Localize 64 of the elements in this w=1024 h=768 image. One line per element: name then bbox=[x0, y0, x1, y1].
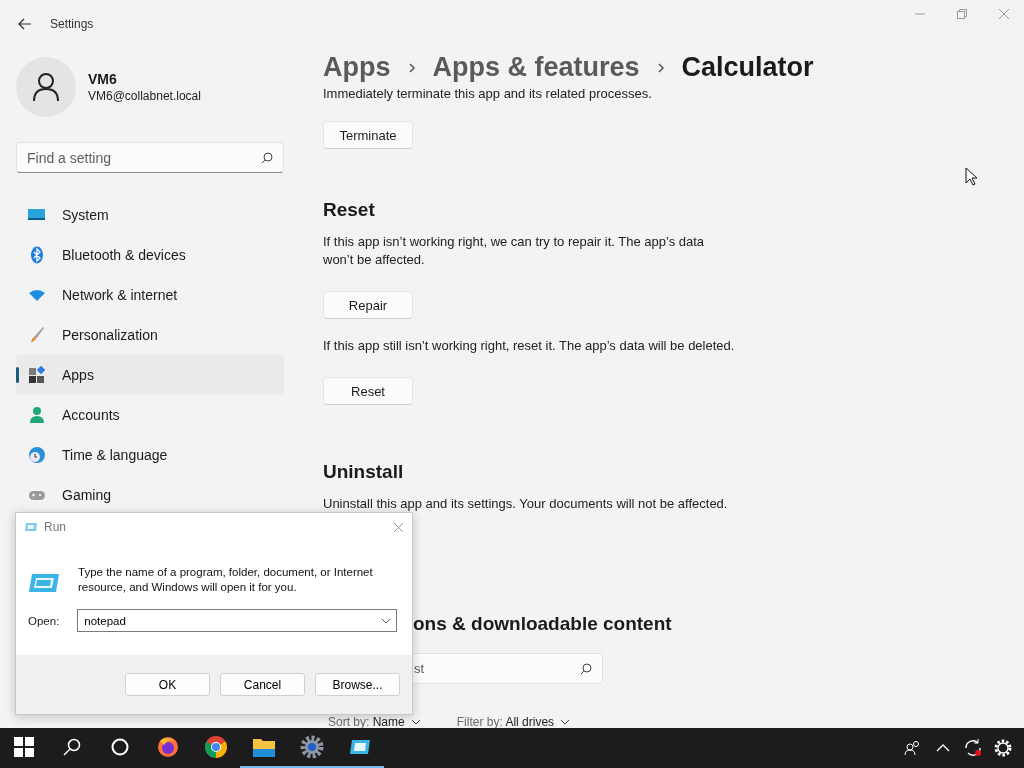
open-label: Open: bbox=[28, 614, 60, 627]
user-name: VM6 bbox=[88, 71, 118, 87]
search-field[interactable]: st bbox=[413, 653, 603, 684]
user-email: VM6@collabnet.local bbox=[88, 89, 201, 103]
run-window-icon bbox=[28, 571, 60, 595]
breadcrumb-item[interactable]: Apps bbox=[323, 52, 391, 83]
repair-button[interactable]: Repair bbox=[323, 291, 413, 319]
description-text: If this app still isn’t working right, reset it. The app’s data will be deleted. bbox=[323, 337, 736, 355]
clock-icon bbox=[28, 446, 46, 464]
dialog-button[interactable]: OK bbox=[125, 673, 210, 696]
breadcrumb-item[interactable]: Apps & features bbox=[432, 52, 640, 83]
windows-logo-icon[interactable] bbox=[14, 737, 34, 757]
terminate-button[interactable]: Terminate bbox=[323, 121, 413, 149]
people-icon[interactable] bbox=[904, 739, 922, 757]
dialog-title: Run bbox=[44, 520, 66, 534]
chrome-icon[interactable] bbox=[204, 735, 228, 759]
dialog-message: Type the name of a program, folder, document, or Internet resource, and Windows will open it for you. bbox=[78, 565, 374, 595]
chevron-down-icon bbox=[410, 719, 421, 725]
window-title: Settings bbox=[50, 17, 94, 31]
description-text: Uninstall this app and its settings. Your documents will not be affected. bbox=[323, 495, 729, 513]
mouse-pointer-icon bbox=[965, 167, 979, 187]
description-text: Immediately terminate this app and its related processes. bbox=[323, 87, 653, 101]
restore-icon[interactable] bbox=[956, 8, 968, 20]
nav-item[interactable]: Apps bbox=[16, 355, 284, 395]
dialog-button[interactable]: Cancel bbox=[220, 673, 305, 696]
fox-browser-icon[interactable] bbox=[156, 735, 180, 759]
brush-icon bbox=[28, 326, 46, 344]
dialog-button[interactable]: Browse... bbox=[315, 673, 400, 696]
run-window-icon bbox=[24, 521, 38, 533]
search-icon[interactable] bbox=[63, 738, 81, 756]
section-heading: Uninstall bbox=[323, 461, 405, 483]
caret-up-icon[interactable] bbox=[936, 744, 950, 752]
filter-dropdown[interactable]: Filter by: All drives bbox=[456, 716, 571, 728]
nav-item[interactable]: Bluetooth & devices bbox=[16, 235, 284, 275]
open-combo-box[interactable]: notepad bbox=[77, 609, 398, 632]
description-text: If this app isn’t working right, we can try to repair it. The app’s data won’t be affected. bbox=[323, 233, 706, 269]
search-icon bbox=[580, 662, 592, 675]
gear-icon[interactable] bbox=[300, 735, 324, 759]
search-field[interactable]: Find a setting bbox=[16, 142, 284, 173]
bluetooth-icon bbox=[28, 246, 46, 264]
nav-item[interactable]: Accounts bbox=[16, 395, 284, 435]
reset-button[interactable]: Reset bbox=[323, 377, 413, 405]
close-icon[interactable] bbox=[393, 521, 404, 533]
sync-icon[interactable] bbox=[963, 738, 983, 758]
nav-item[interactable]: Time & language bbox=[16, 435, 284, 475]
nav-item[interactable]: Gaming bbox=[16, 475, 284, 515]
chevron-icon bbox=[406, 63, 417, 73]
nav-item[interactable]: Personalization bbox=[16, 315, 284, 355]
circle-icon[interactable] bbox=[111, 738, 129, 756]
section-heading: Reset bbox=[323, 199, 376, 221]
section-heading: ons & downloadable content bbox=[413, 613, 673, 635]
chevron-icon bbox=[655, 63, 666, 73]
apps-icon bbox=[28, 366, 46, 384]
nav-item[interactable]: System bbox=[16, 195, 284, 235]
breadcrumb-item: Calculator bbox=[681, 52, 814, 83]
search-icon bbox=[261, 151, 273, 164]
person-icon bbox=[31, 72, 61, 102]
chevron-down-icon bbox=[560, 719, 571, 725]
back-arrow-icon[interactable] bbox=[18, 18, 32, 30]
sort-dropdown[interactable]: Sort by: Name bbox=[328, 716, 421, 728]
close-icon[interactable] bbox=[998, 8, 1010, 20]
chevron-down-icon[interactable] bbox=[381, 617, 392, 624]
person-icon bbox=[28, 406, 46, 424]
nav-item[interactable]: Network & internet bbox=[16, 275, 284, 315]
